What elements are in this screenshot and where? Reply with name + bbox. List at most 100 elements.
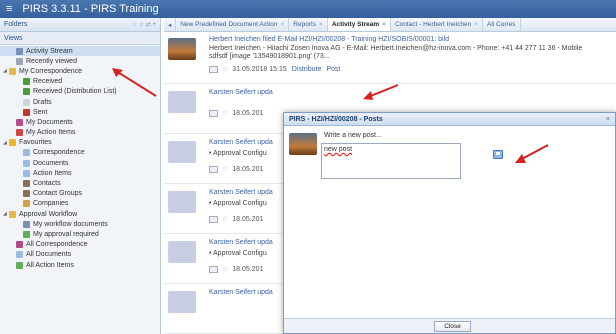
close-button[interactable]: Close bbox=[434, 321, 471, 332]
sidebar-item-all-correspondence[interactable]: All Correspondence bbox=[0, 240, 160, 250]
sent-icon bbox=[23, 108, 30, 116]
sidebar-item-favourites[interactable]: ◢ Favourites bbox=[0, 138, 160, 148]
avatar bbox=[168, 291, 196, 313]
correspondence-icon bbox=[16, 241, 23, 249]
tab-all-corres[interactable]: All Corres bbox=[483, 18, 521, 31]
sidebar-item-label: All Documents bbox=[26, 251, 72, 259]
close-icon[interactable]: × bbox=[606, 116, 610, 123]
avatar bbox=[168, 241, 196, 263]
sidebar-item-label: Activity Stream bbox=[26, 47, 73, 55]
avatar bbox=[168, 141, 196, 163]
tab-activity-stream[interactable]: Activity Stream × bbox=[327, 18, 391, 31]
close-icon[interactable]: × bbox=[280, 21, 284, 28]
sidebar-item-approval-workflow[interactable]: ◢ Approval Workflow bbox=[0, 209, 160, 219]
menu-icon[interactable]: ≡ bbox=[6, 3, 12, 15]
sidebar-item-activity-stream[interactable]: Activity Stream bbox=[0, 46, 160, 57]
action-items-icon bbox=[16, 129, 23, 137]
tab-reports[interactable]: Reports × bbox=[289, 18, 328, 31]
star-icon[interactable]: ☆ bbox=[222, 165, 228, 173]
tab-label: Reports bbox=[293, 21, 317, 28]
sidebar-item-sent[interactable]: Sent bbox=[0, 107, 160, 117]
tab-contact-herbert-ineichen[interactable]: Contact - Herbert Ineichen × bbox=[391, 18, 483, 31]
feed-subline: Approval Configu bbox=[213, 250, 267, 257]
save-icon[interactable] bbox=[493, 150, 503, 159]
sidebar-item-label: Approval Workflow bbox=[19, 210, 78, 218]
feed-author-line[interactable]: Karsten Seifert upda bbox=[209, 239, 273, 246]
sidebar-item-label: Recently viewed bbox=[26, 57, 77, 65]
sidebar-item-label: Contacts bbox=[33, 180, 61, 188]
views-header[interactable]: Views bbox=[0, 32, 160, 45]
feed-detail-line: • Approval Configu bbox=[209, 250, 267, 257]
sidebar-item-label: My Correspondence bbox=[19, 67, 83, 75]
avatar bbox=[168, 38, 196, 60]
post-prompt: Write a new post... bbox=[324, 132, 382, 139]
feed-detail-line: • Approval Configu bbox=[209, 150, 267, 157]
comment-icon[interactable] bbox=[209, 215, 218, 223]
sidebar-item-my-documents[interactable]: My Documents bbox=[0, 117, 160, 127]
feed-author-line[interactable]: Karsten Seifert upda bbox=[209, 289, 273, 296]
companies-icon bbox=[23, 200, 30, 208]
sidebar-item-received-distribution-list[interactable]: Received (Distribution List) bbox=[0, 87, 160, 97]
sidebar-item-documents[interactable]: Documents bbox=[0, 158, 160, 168]
star-icon[interactable]: ☆ bbox=[222, 65, 228, 73]
panel-controls[interactable]: ☆ ☆ ⇄ + bbox=[132, 21, 156, 28]
sidebar-item-label: My workflow documents bbox=[33, 220, 108, 228]
sidebar-item-label: Received (Distribution List) bbox=[33, 88, 117, 96]
star-icon[interactable]: ☆ bbox=[222, 109, 228, 117]
close-icon[interactable]: × bbox=[319, 21, 323, 28]
sidebar-item-recently-viewed[interactable]: Recently viewed bbox=[0, 56, 160, 66]
close-icon[interactable]: × bbox=[474, 21, 478, 28]
comment-icon[interactable] bbox=[209, 265, 218, 273]
folder-icon bbox=[9, 210, 16, 218]
sidebar-item-label: Companies bbox=[33, 200, 69, 208]
draft-icon bbox=[23, 98, 30, 106]
sidebar-item-label: Correspondence bbox=[33, 149, 85, 157]
contacts-icon bbox=[23, 180, 30, 188]
tab-new-predefined-document-action[interactable]: New Predefined Document Action × bbox=[176, 18, 290, 31]
feed-detail-line: sdfsdf [image '13549018901.png' (73... bbox=[209, 53, 330, 60]
post-link[interactable]: Post bbox=[326, 66, 340, 73]
sidebar-item-label: Contact Groups bbox=[33, 190, 83, 198]
feed-author-line[interactable]: Herbert Ineichen filed E-Mail HZI/HZI/00… bbox=[209, 36, 449, 43]
sidebar-item-companies[interactable]: Companies bbox=[0, 199, 160, 209]
scroll-left-icon[interactable]: ◂ bbox=[164, 18, 177, 31]
action-items-icon bbox=[16, 261, 23, 269]
tab-label: Contact - Herbert Ineichen bbox=[394, 21, 472, 28]
sidebar: Folders ☆ ☆ ⇄ + Views Activity Stream Rec… bbox=[0, 18, 161, 334]
comment-icon[interactable] bbox=[209, 109, 218, 117]
feed-meta: ☆ 18.05.201 bbox=[209, 215, 263, 223]
feed-author-line[interactable]: Karsten Seifert upda bbox=[209, 139, 273, 146]
star-icon[interactable]: ☆ bbox=[222, 215, 228, 223]
sidebar-item-correspondence[interactable]: Correspondence bbox=[0, 148, 160, 158]
sidebar-item-action-items[interactable]: Action Items bbox=[0, 168, 160, 178]
tab-label: Activity Stream bbox=[331, 21, 380, 28]
sidebar-item-my-workflow-documents[interactable]: My workflow documents bbox=[0, 219, 160, 229]
folders-header: Folders ☆ ☆ ⇄ + bbox=[0, 18, 160, 32]
sidebar-item-received[interactable]: Received bbox=[0, 77, 160, 87]
feed-subline: Approval Configu bbox=[213, 150, 267, 157]
sidebar-item-my-approval-required[interactable]: My approval required bbox=[0, 229, 160, 239]
activity-stream-icon bbox=[16, 47, 23, 55]
sidebar-item-label: All Correspondence bbox=[26, 241, 88, 249]
sidebar-item-contacts[interactable]: Contacts bbox=[0, 178, 160, 188]
feed-author-line[interactable]: Karsten Seifert upda bbox=[209, 89, 273, 96]
sidebar-item-my-correspondence[interactable]: ◢ My Correspondence bbox=[0, 66, 160, 76]
post-input[interactable]: new post bbox=[321, 143, 461, 179]
sidebar-item-drafts[interactable]: Drafts bbox=[0, 97, 160, 107]
close-icon[interactable]: × bbox=[382, 21, 386, 28]
sidebar-item-all-action-items[interactable]: All Action Items bbox=[0, 260, 160, 270]
sidebar-item-label: My approval required bbox=[33, 230, 99, 238]
comment-icon[interactable] bbox=[209, 65, 218, 73]
sidebar-item-contact-groups[interactable]: Contact Groups bbox=[0, 189, 160, 199]
sidebar-item-my-action-items[interactable]: My Action Items bbox=[0, 128, 160, 138]
comment-icon[interactable] bbox=[209, 165, 218, 173]
documents-icon bbox=[16, 118, 23, 126]
star-icon[interactable]: ☆ bbox=[222, 265, 228, 273]
feed-detail-line: Herbert Ineichen - Hitachi Zosen Inova A… bbox=[209, 45, 583, 52]
feed-detail-line: • Approval Configu bbox=[209, 200, 267, 207]
sidebar-item-all-documents[interactable]: All Documents bbox=[0, 250, 160, 260]
sidebar-item-label: Action Items bbox=[33, 169, 72, 177]
feed-author-line[interactable]: Karsten Seifert upda bbox=[209, 189, 273, 196]
folder-tree: Activity Stream Recently viewed ◢ My Corres… bbox=[0, 45, 160, 271]
distribute-link[interactable]: Distribute bbox=[292, 66, 322, 73]
